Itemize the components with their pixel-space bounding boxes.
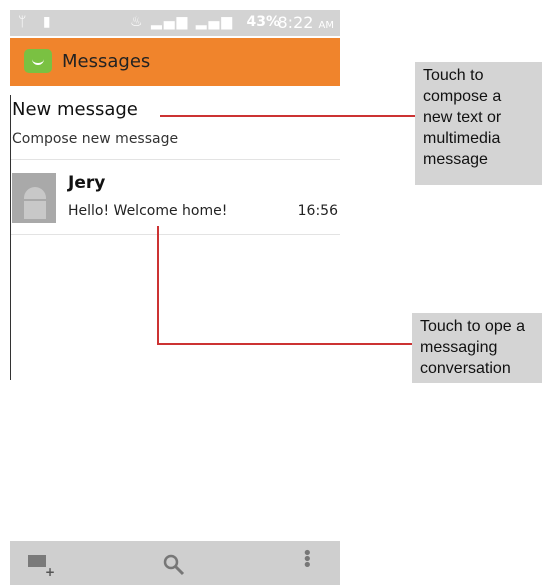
- callout-line-compose: [160, 115, 415, 117]
- status-bar: ᛘ ▮ ♨ ▂▄▆ ▂▄▆ 43% 8:22 AM: [10, 10, 340, 36]
- new-message-item[interactable]: New message Compose new message: [10, 95, 340, 157]
- menu-icon[interactable]: • • •: [302, 545, 313, 575]
- bottom-action-bar: + • • •: [10, 541, 340, 585]
- phone-screen: ᛘ ▮ ♨ ▂▄▆ ▂▄▆ 43% 8:22 AM Messages New m…: [10, 0, 340, 585]
- clock: 8:22 AM: [277, 13, 335, 32]
- divider: [10, 159, 340, 160]
- signal-icon: ♨ ▂▄▆ ▂▄▆: [130, 14, 235, 30]
- callout-open: Touch to ope a messaging conversation: [412, 313, 542, 383]
- usb-icon: ᛘ ▮: [18, 14, 57, 30]
- app-title: Messages: [62, 51, 151, 72]
- title-bar: Messages: [10, 38, 340, 86]
- message-snippet: Hello! Welcome home!: [68, 203, 228, 219]
- screen-edge: [10, 95, 11, 380]
- new-message-title: New message: [12, 99, 138, 120]
- conversation-item[interactable]: Jery Hello! Welcome home! 16:56: [10, 165, 340, 233]
- new-message-subtitle: Compose new message: [12, 131, 179, 147]
- battery-level: 43%: [246, 14, 280, 30]
- callout-line-open: [157, 343, 412, 345]
- search-icon[interactable]: [162, 553, 186, 581]
- callout-compose: Touch to compose a new text or multimedi…: [415, 62, 542, 185]
- android-robot-icon: [12, 173, 56, 223]
- messages-smiley-icon: [24, 49, 52, 73]
- compose-icon[interactable]: +: [28, 555, 55, 579]
- message-time: 16:56: [297, 203, 338, 219]
- divider: [10, 234, 340, 235]
- contact-name: Jery: [68, 173, 106, 193]
- callout-line-open-vertical: [157, 226, 159, 344]
